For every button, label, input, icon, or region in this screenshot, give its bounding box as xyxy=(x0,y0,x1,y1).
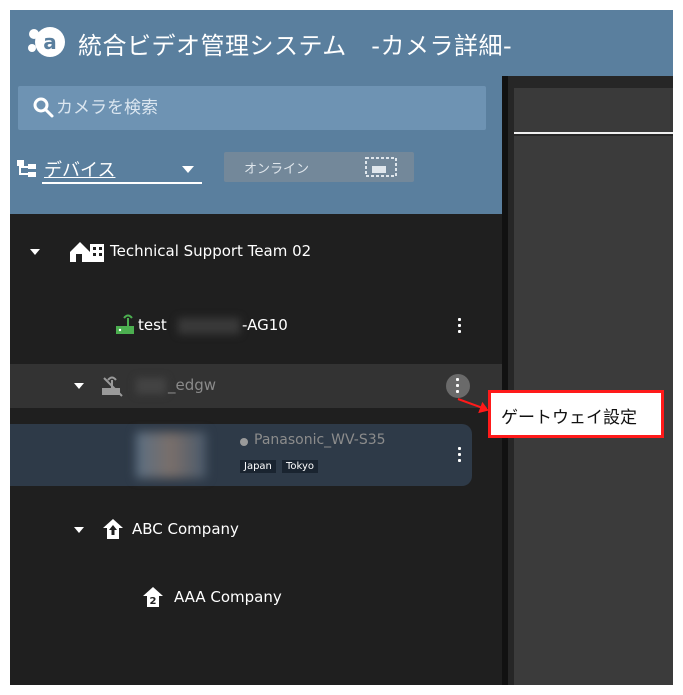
expand-toggle-icon[interactable] xyxy=(74,527,84,533)
tree-node-company[interactable]: ABC Company xyxy=(10,512,502,548)
tree-node-subcompany[interactable]: 2 AAA Company xyxy=(10,580,502,616)
home-sub-icon: 2 xyxy=(143,587,163,607)
expand-toggle-icon[interactable] xyxy=(30,249,40,255)
tag-badge: Tokyo xyxy=(282,460,318,473)
search-icon xyxy=(33,97,54,118)
redacted-text xyxy=(136,378,166,394)
building-icon xyxy=(70,242,104,262)
app-window: a 統合ビデオ管理システム -カメラ詳細- デバイス オンライン xyxy=(10,10,673,685)
redacted-text xyxy=(178,318,240,334)
more-options-icon[interactable] xyxy=(458,318,462,334)
company-name: ABC Company xyxy=(132,520,239,538)
tree-node-camera[interactable]: Panasonic_WV-S35 Japan Tokyo xyxy=(10,424,472,486)
sidebar-controls: デバイス オンライン xyxy=(10,76,502,214)
gateway-name-prefix: test xyxy=(138,316,167,334)
more-options-icon[interactable] xyxy=(458,447,462,463)
context-menu: ゲートウェイ設定 xyxy=(488,390,664,438)
search-input[interactable] xyxy=(54,90,478,126)
tree-node-gateway[interactable]: test -AG10 xyxy=(10,308,502,344)
chevron-down-icon xyxy=(182,166,194,173)
header-bar: a 統合ビデオ管理システム -カメラ詳細- xyxy=(10,10,673,76)
more-options-button[interactable] xyxy=(446,374,470,398)
tag-badge: Japan xyxy=(240,460,276,473)
main-toolbar xyxy=(514,88,673,134)
camera-thumbnail xyxy=(136,432,206,478)
router-offline-icon xyxy=(102,376,123,397)
device-dropdown-label: デバイス xyxy=(44,160,116,181)
more-options-icon[interactable] xyxy=(456,378,460,394)
app-logo: a xyxy=(28,27,65,57)
monitor-icon[interactable] xyxy=(364,156,398,178)
gateway-name-suffix: _edgw xyxy=(168,376,217,394)
online-label: オンライン xyxy=(244,162,310,177)
svg-text:a: a xyxy=(43,30,57,54)
gateway-name-suffix: -AG10 xyxy=(242,316,288,334)
camera-name: Panasonic_WV-S35 xyxy=(254,432,386,448)
main-view xyxy=(502,76,673,685)
status-dot xyxy=(240,438,248,446)
team-name: Technical Support Team 02 xyxy=(110,242,312,260)
device-tree: Technical Support Team 02 test -AG10 _ed… xyxy=(10,214,502,685)
subcompany-name: AAA Company xyxy=(174,588,282,606)
expand-toggle-icon[interactable] xyxy=(74,383,84,389)
search-box xyxy=(18,86,486,130)
menu-item-gateway-settings[interactable]: ゲートウェイ設定 xyxy=(501,403,637,428)
home-up-icon xyxy=(103,519,123,539)
tree-node-gateway-selected[interactable]: _edgw xyxy=(10,364,502,408)
svg-text:2: 2 xyxy=(150,596,157,607)
device-dropdown[interactable]: デバイス xyxy=(42,154,202,184)
page-title: 統合ビデオ管理システム -カメラ詳細- xyxy=(78,32,513,60)
tree-structure-icon xyxy=(17,160,36,177)
online-filter-button[interactable]: オンライン xyxy=(224,152,414,182)
tree-node-team[interactable]: Technical Support Team 02 xyxy=(10,234,502,270)
router-icon xyxy=(116,314,134,334)
